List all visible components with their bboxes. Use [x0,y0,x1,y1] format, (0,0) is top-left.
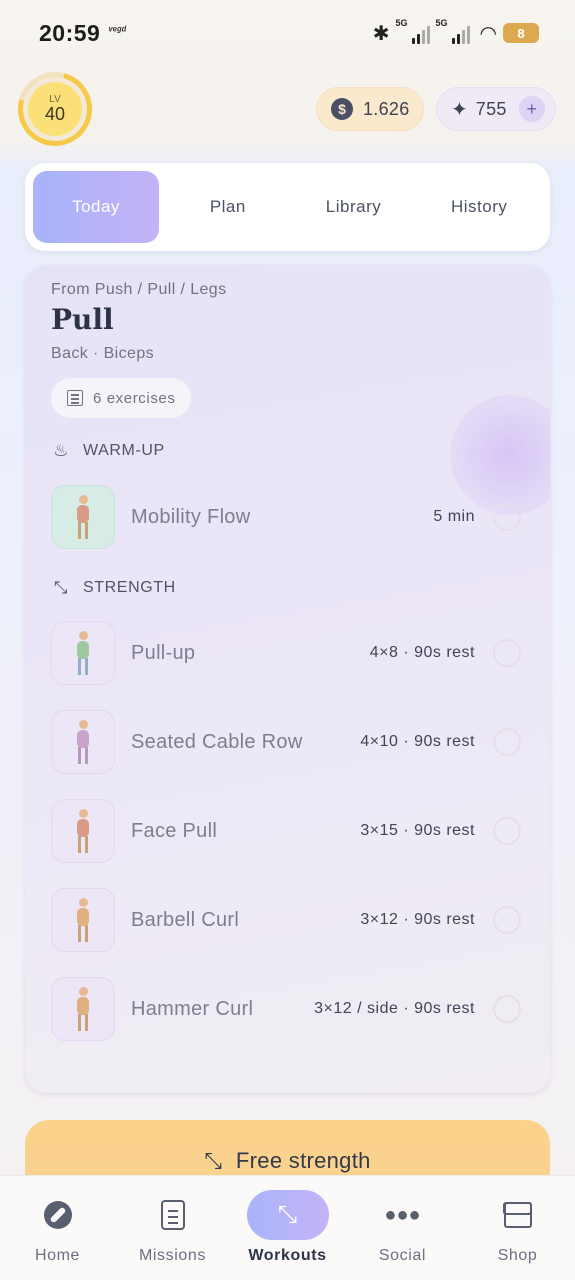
exercise-row[interactable]: Barbell Curl 3×12 · 90s rest [51,888,521,952]
add-gems-button[interactable]: + [518,96,545,122]
muscle-groups: Back · Biceps [51,345,155,362]
nav-shop-label: Shop [497,1247,538,1264]
coin-icon: $ [331,98,353,120]
list-icon [67,390,83,406]
exercise-detail: 3×15 · 90s rest [360,822,475,839]
exercise-thumbnail [51,799,115,863]
dumbbell-icon: ⤡ [53,578,69,597]
bluetooth-icon: ✱ [372,22,390,45]
bottom-nav: Home Missions ⤡ Workouts ●●● Social Shop [0,1175,575,1280]
coins-balance[interactable]: $ 1.626 [316,87,424,131]
nav-home-label: Home [34,1247,81,1264]
nav-workouts-label: Workouts [248,1247,327,1264]
clipboard-icon [132,1190,214,1240]
battery-icon: 8 [503,23,539,43]
exercise-row[interactable]: Face Pull 3×15 · 90s rest [51,799,521,863]
nav-shop[interactable]: Shop [460,1176,575,1280]
status-time: 20:59 [39,20,101,46]
complete-checkbox[interactable] [493,906,521,934]
dumbbell-icon: ⤡ [204,1148,222,1173]
exercise-detail: 5 min [433,508,475,525]
tab-history[interactable]: History [416,171,542,243]
tab-today[interactable]: Today [33,171,159,243]
complete-checkbox[interactable] [493,639,521,667]
exercise-thumbnail [51,621,115,685]
complete-checkbox[interactable] [493,817,521,845]
status-icons: ✱ 5G 5G ◠ 8 [373,18,539,48]
tab-bar: Today Plan Library History [25,163,550,251]
nav-social-label: Social [378,1247,427,1264]
exercise-row[interactable]: Pull-up 4×8 · 90s rest [51,621,521,685]
exercise-name: Hammer Curl [131,997,254,1020]
signal-icon: 5G [396,18,430,44]
complete-checkbox[interactable] [493,728,521,756]
exercise-count-badge: 6 exercises [51,378,192,418]
tab-plan[interactable]: Plan [165,171,291,243]
exercise-count: 6 exercises [93,389,176,407]
complete-checkbox[interactable] [493,503,521,531]
exercise-name: Pull-up [131,641,196,664]
nav-social[interactable]: ●●● Social [345,1176,460,1280]
wifi-icon: ◠ [479,22,497,45]
level-badge[interactable]: LV 40 [4,58,106,160]
program-source: From Push / Pull / Legs [51,281,227,298]
exercise-name: Seated Cable Row [131,730,303,753]
workout-title: Pull [51,303,114,336]
nav-home[interactable]: Home [0,1176,115,1280]
nav-missions-label: Missions [138,1247,207,1264]
exercise-detail: 3×12 / side · 90s rest [314,1000,475,1017]
coins-value: 1.626 [363,98,410,119]
status-bar: 20:59 ᵛᵉᵍᵈ ✱ 5G 5G ◠ 8 [0,0,575,64]
exercise-row[interactable]: Seated Cable Row 4×10 · 90s rest [51,710,521,774]
nav-missions[interactable]: Missions [115,1176,230,1280]
exercise-detail: 4×8 · 90s rest [369,644,475,661]
exercise-thumbnail [51,485,115,549]
section-strength-label: STRENGTH [83,579,176,596]
section-warmup-label: WARM-UP [83,442,165,459]
exercise-row[interactable]: Hammer Curl 3×12 / side · 90s rest [51,977,521,1041]
gems-value: 755 [475,98,507,119]
exercise-name: Face Pull [131,819,218,842]
exercise-detail: 3×12 · 90s rest [360,911,475,928]
group-icon: ●●● [384,1203,421,1226]
complete-checkbox[interactable] [493,995,521,1023]
dumbbell-icon: ⤡ [246,1190,329,1240]
store-icon [477,1190,559,1240]
exercise-detail: 4×10 · 90s rest [360,733,475,750]
workout-card: From Push / Pull / Legs Pull Back · Bice… [25,265,550,1093]
flame-icon: ♨ [53,441,69,460]
level-number: 40 [44,104,66,124]
sparkle-icon: ✦ [451,98,468,121]
notification-icon: ᵛᵉᵍᵈ [108,25,126,37]
free-strength-label: Free strength [235,1148,371,1173]
exercise-thumbnail [51,710,115,774]
exercise-name: Barbell Curl [131,908,240,931]
exercise-name: Mobility Flow [131,505,251,528]
exercise-thumbnail [51,977,115,1041]
compass-icon [17,1190,99,1240]
section-strength: ⤡ STRENGTH [51,578,176,598]
section-warmup: ♨ WARM-UP [51,441,165,461]
signal-icon-2: 5G [436,18,470,44]
exercise-thumbnail [51,888,115,952]
gems-balance[interactable]: ✦ 755 + [436,87,556,131]
tab-library[interactable]: Library [291,171,417,243]
nav-workouts[interactable]: ⤡ Workouts [230,1176,345,1280]
exercise-row[interactable]: Mobility Flow 5 min [51,485,521,549]
